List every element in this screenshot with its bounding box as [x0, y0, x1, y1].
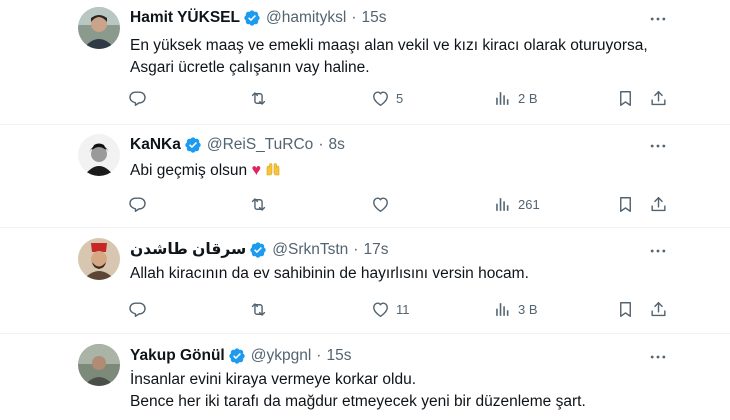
tweet-text-line: En yüksek maaş ve emekli maaşı alan veki… [130, 37, 648, 54]
view-count: 3 B [518, 301, 538, 317]
tweet-2[interactable]: KaNKa @ReiS_TuRCo · 8s Abi geçmiş olsun … [0, 125, 730, 228]
red-heart-emoji-icon: ♥ [251, 162, 261, 179]
retweet-icon [249, 195, 268, 214]
tweet-header: سرقان طاشدن @SrknTstn · 17s [130, 240, 388, 260]
reply-icon [128, 195, 147, 214]
retweet-button[interactable] [249, 192, 268, 216]
tweet-text-line: İnsanlar evini kiraya vermeye korkar old… [130, 371, 417, 388]
bookmark-icon [616, 89, 635, 108]
separator: · [353, 241, 359, 258]
share-icon [649, 195, 668, 214]
separator: · [316, 347, 322, 364]
bookmark-icon [616, 195, 635, 214]
like-count: 11 [396, 301, 410, 317]
like-icon [371, 300, 390, 319]
views-button[interactable]: 3 B [493, 297, 538, 321]
more-options-icon[interactable] [648, 136, 668, 156]
username[interactable]: @SrknTstn [272, 240, 348, 260]
tweet-4[interactable]: Yakup Gönül @ykpgnl · 15s İnsanlar evini… [0, 334, 730, 420]
avatar[interactable] [78, 344, 120, 386]
display-name[interactable]: Hamit YÜKSEL [130, 8, 240, 28]
verified-badge-icon [249, 241, 267, 259]
timestamp[interactable]: 15s [361, 8, 386, 28]
reply-icon [128, 89, 147, 108]
like-icon [371, 195, 390, 214]
username[interactable]: @hamityksl [266, 8, 346, 28]
share-button[interactable] [649, 297, 668, 321]
raising-hands-emoji-icon [266, 163, 280, 176]
tweet-text: Allah kiracının da ev sahibinin de hayır… [130, 263, 529, 285]
separator: · [318, 136, 324, 153]
bookmark-icon [616, 300, 635, 319]
tweet-text-line: Bence her iki tarafı da mağdur etmeyecek… [130, 393, 586, 410]
views-button[interactable]: 2 B [493, 86, 538, 110]
share-icon [649, 300, 668, 319]
tweet-text: İnsanlar evini kiraya vermeye korkar old… [130, 369, 586, 413]
tweet-text: Abi geçmiş olsun ♥ [130, 160, 281, 182]
reply-button[interactable] [128, 192, 147, 216]
tweet-3[interactable]: سرقان طاشدن @SrknTstn · 17s Allah kiracı… [0, 228, 730, 334]
reply-button[interactable] [128, 297, 147, 321]
timestamp[interactable]: 15s [326, 346, 351, 366]
tweet-header: KaNKa @ReiS_TuRCo · 8s [130, 135, 345, 155]
more-options-icon[interactable] [648, 9, 668, 29]
share-button[interactable] [649, 86, 668, 110]
share-icon [649, 89, 668, 108]
view-count: 261 [518, 196, 540, 212]
bookmark-button[interactable] [616, 86, 635, 110]
like-icon [371, 89, 390, 108]
views-icon [493, 195, 512, 214]
avatar[interactable] [78, 7, 120, 49]
retweet-button[interactable] [249, 86, 268, 110]
retweet-icon [249, 89, 268, 108]
like-count: 5 [396, 90, 404, 106]
view-count: 2 B [518, 90, 538, 106]
tweet-text-line: Abi geçmiş olsun [130, 162, 248, 179]
views-icon [493, 300, 512, 319]
verified-badge-icon [184, 136, 202, 154]
avatar[interactable] [78, 238, 120, 280]
timestamp[interactable]: 17s [363, 240, 388, 260]
username[interactable]: @ykpgnl [251, 346, 312, 366]
avatar[interactable] [78, 134, 120, 176]
like-button[interactable]: 5 [371, 86, 403, 110]
tweet-actions: 5 2 B [0, 86, 730, 110]
verified-badge-icon [228, 347, 246, 365]
views-icon [493, 89, 512, 108]
more-options-icon[interactable] [648, 241, 668, 261]
tweet-text-line: Allah kiracının da ev sahibinin de hayır… [130, 265, 529, 282]
verified-badge-icon [243, 9, 261, 27]
separator: · [351, 9, 357, 26]
bookmark-button[interactable] [616, 297, 635, 321]
tweet-text-line: Asgari ücretle çalışanın vay haline. [130, 59, 370, 76]
tweet-actions: 11 3 B [0, 297, 730, 321]
tweet-header: Yakup Gönül @ykpgnl · 15s [130, 346, 351, 366]
display-name[interactable]: KaNKa [130, 135, 181, 155]
timestamp[interactable]: 8s [328, 135, 344, 155]
share-button[interactable] [649, 192, 668, 216]
like-button[interactable] [371, 192, 396, 216]
display-name[interactable]: سرقان طاشدن [130, 240, 246, 260]
like-button[interactable]: 11 [371, 297, 410, 321]
tweet-1[interactable]: Hamit YÜKSEL @hamityksl · 15s En yüksek … [0, 0, 730, 125]
retweet-icon [249, 300, 268, 319]
display-name[interactable]: Yakup Gönül [130, 346, 225, 366]
tweet-header: Hamit YÜKSEL @hamityksl · 15s [130, 8, 386, 28]
tweet-text: En yüksek maaş ve emekli maaşı alan veki… [130, 35, 648, 79]
views-button[interactable]: 261 [493, 192, 540, 216]
bookmark-button[interactable] [616, 192, 635, 216]
username[interactable]: @ReiS_TuRCo [207, 135, 313, 155]
reply-button[interactable] [128, 86, 147, 110]
more-options-icon[interactable] [648, 347, 668, 367]
retweet-button[interactable] [249, 297, 268, 321]
tweet-actions: 261 [0, 192, 730, 216]
reply-icon [128, 300, 147, 319]
